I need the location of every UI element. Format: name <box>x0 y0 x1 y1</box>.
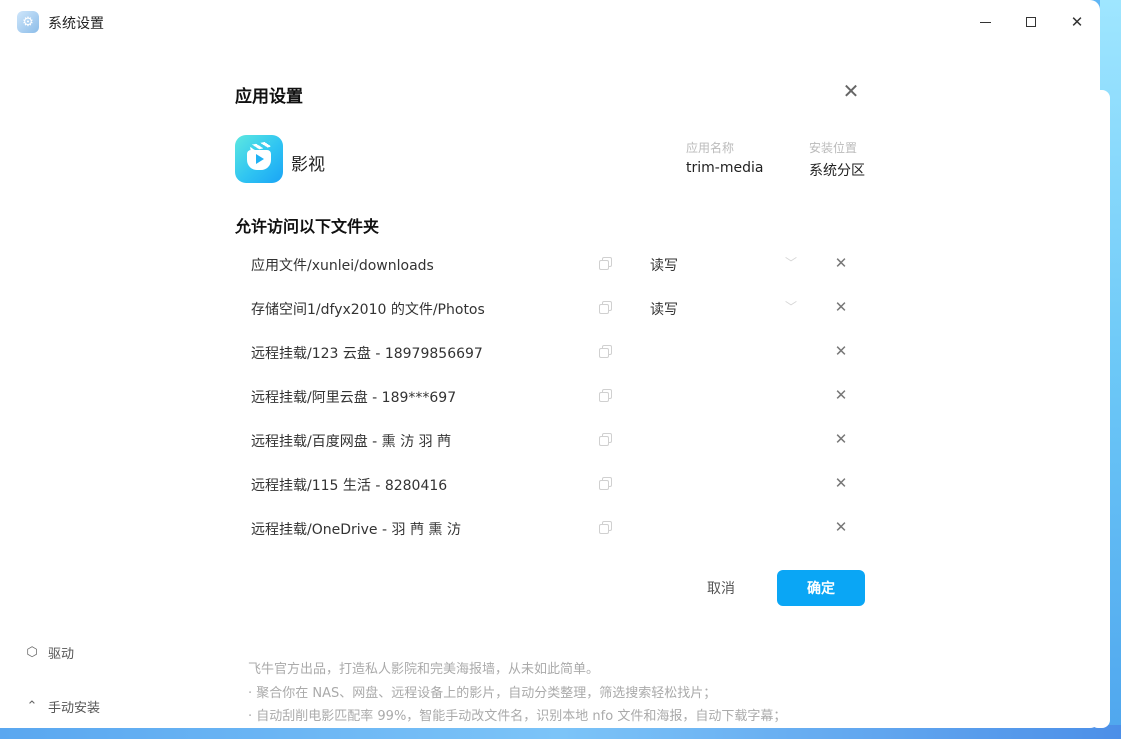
remove-folder-button[interactable]: ✕ <box>831 341 851 361</box>
close-window-button[interactable]: ✕ <box>1063 8 1091 36</box>
permission-value: 读写 <box>650 258 678 274</box>
maximize-icon <box>1026 17 1036 27</box>
permission-value: 读写 <box>650 302 678 318</box>
remove-folder-button[interactable]: ✕ <box>831 253 851 273</box>
folder-path: 应用文件/xunlei/downloads <box>251 258 434 274</box>
sidebar-item-driver[interactable]: ⬡ 驱动 <box>24 643 74 662</box>
media-app-icon <box>235 135 283 183</box>
app-name: 影视 <box>291 155 325 175</box>
background-description-line: · 聚合你在 NAS、网盘、远程设备上的影片，自动分类整理，筛选搜索轻松找片； <box>248 686 717 701</box>
confirm-button[interactable]: 确定 <box>777 570 865 606</box>
background-description-line: · 自动刮削电影匹配率 99%，智能手动改文件名，识别本地 nfo 文件和海报，… <box>248 709 787 724</box>
copy-icon[interactable] <box>599 521 613 535</box>
copy-icon[interactable] <box>599 477 613 491</box>
folder-path: 远程挂载/百度网盘 - 熏 汸 羽 菛 <box>251 434 452 450</box>
close-icon: ✕ <box>1070 13 1084 31</box>
folder-path: 远程挂载/115 生活 - 8280416 <box>251 478 448 494</box>
folder-path: 远程挂载/123 云盘 - 18979856697 <box>251 346 483 362</box>
meta-value-app-id: trim-media <box>686 160 764 176</box>
upload-icon: ⌃ <box>26 699 38 714</box>
sidebar-item-label: 手动安装 <box>48 701 101 716</box>
remove-folder-button[interactable]: ✕ <box>831 517 851 537</box>
minimize-button[interactable] <box>971 8 999 36</box>
close-icon: ✕ <box>834 254 848 272</box>
folder-path: 远程挂载/OneDrive - 羽 菛 熏 汸 <box>251 522 461 538</box>
remove-folder-button[interactable]: ✕ <box>831 429 851 449</box>
settings-window: ⚙ 系统设置 ✕ ⬡ 驱动 ⌃ 手动安装 飞牛官方出品，打造私人影院和完美海报墙… <box>0 0 1100 728</box>
app-settings-dialog: 应用设置 ✕ 影视 应用名称 trim-media 安装位置 系统分区 允许访问… <box>206 56 896 640</box>
maximize-button[interactable] <box>1017 8 1045 36</box>
close-icon: ✕ <box>834 518 848 536</box>
window-title: 系统设置 <box>48 16 104 32</box>
sidebar-item-manual-install[interactable]: ⌃ 手动安装 <box>24 697 100 716</box>
chevron-down-icon: ﹀ <box>785 300 798 314</box>
close-icon: ✕ <box>834 342 848 360</box>
folder-row: 应用文件/xunlei/downloads 读写 ﹀ ✕ <box>235 242 865 286</box>
copy-icon[interactable] <box>599 389 613 403</box>
dialog-close-button[interactable]: ✕ <box>840 79 862 103</box>
copy-icon[interactable] <box>599 345 613 359</box>
folder-row: 远程挂载/阿里云盘 - 189***697 ✕ <box>235 374 865 418</box>
permission-select[interactable]: 读写 ﹀ <box>643 293 803 323</box>
close-icon: ✕ <box>834 474 848 492</box>
close-icon: ✕ <box>834 386 848 404</box>
settings-app-icon: ⚙ <box>17 11 39 33</box>
minimize-icon <box>979 21 991 23</box>
folder-path: 存储空间1/dfyx2010 的文件/Photos <box>251 302 485 318</box>
play-icon <box>256 154 264 164</box>
folder-row: 存储空间1/dfyx2010 的文件/Photos 读写 ﹀ ✕ <box>235 286 865 330</box>
folder-row: 远程挂载/百度网盘 - 熏 汸 羽 菛 ✕ <box>235 418 865 462</box>
folder-row: 远程挂载/OneDrive - 羽 菛 熏 汸 ✕ <box>235 506 865 550</box>
meta-label-install-location: 安装位置 <box>809 141 858 155</box>
chevron-down-icon: ﹀ <box>785 256 798 270</box>
close-icon: ✕ <box>834 430 848 448</box>
folder-row: 远程挂载/115 生活 - 8280416 ✕ <box>235 462 865 506</box>
background-description-line: 飞牛官方出品，打造私人影院和完美海报墙，从未如此简单。 <box>248 662 600 677</box>
copy-icon[interactable] <box>599 433 613 447</box>
remove-folder-button[interactable]: ✕ <box>831 385 851 405</box>
sidebar-item-label: 驱动 <box>48 647 75 662</box>
meta-label-app-id: 应用名称 <box>686 141 735 155</box>
cube-icon: ⬡ <box>26 645 38 660</box>
close-icon: ✕ <box>842 79 860 103</box>
folder-path: 远程挂载/阿里云盘 - 189***697 <box>251 390 457 406</box>
copy-icon[interactable] <box>599 301 613 315</box>
remove-folder-button[interactable]: ✕ <box>831 297 851 317</box>
permission-select[interactable]: 读写 ﹀ <box>643 249 803 279</box>
copy-icon[interactable] <box>599 257 613 271</box>
title-bar: ⚙ 系统设置 ✕ <box>0 0 1100 44</box>
folder-access-title: 允许访问以下文件夹 <box>235 217 380 236</box>
meta-value-install-location: 系统分区 <box>809 163 865 179</box>
close-icon: ✕ <box>834 298 848 316</box>
cancel-button[interactable]: 取消 <box>688 570 754 606</box>
folder-row: 远程挂载/123 云盘 - 18979856697 ✕ <box>235 330 865 374</box>
remove-folder-button[interactable]: ✕ <box>831 473 851 493</box>
dialog-title: 应用设置 <box>235 87 303 107</box>
